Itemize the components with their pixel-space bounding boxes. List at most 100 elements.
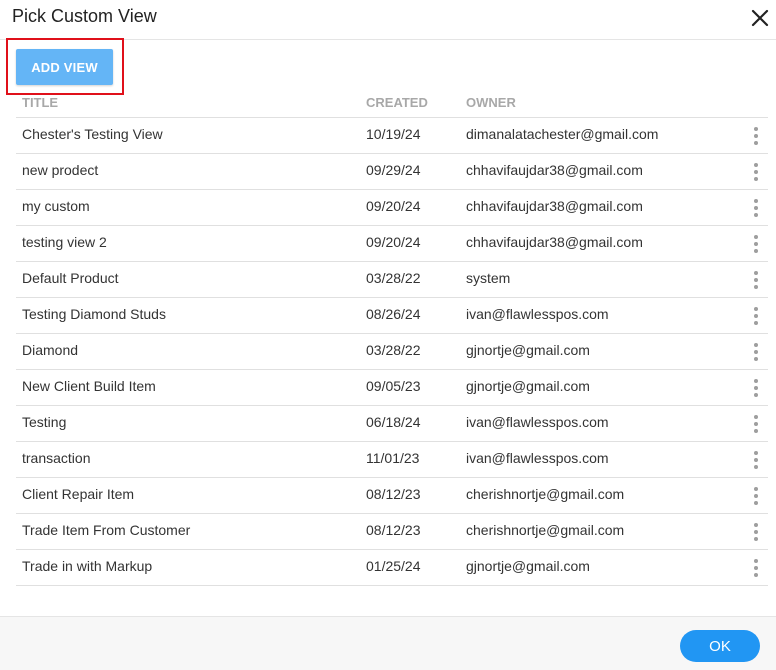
menu-dot: [754, 386, 758, 390]
row-title: Trade Item From Customer: [22, 522, 191, 538]
menu-dot: [754, 465, 758, 469]
row-created-date: 03/28/22: [366, 270, 421, 286]
row-created-date: 09/20/24: [366, 198, 421, 214]
menu-dot: [754, 127, 758, 131]
more-vertical-icon[interactable]: [746, 266, 766, 294]
menu-dot: [754, 321, 758, 325]
row-title: Trade in with Markup: [22, 558, 153, 574]
more-vertical-icon[interactable]: [746, 122, 766, 150]
column-header-owner: OWNER: [466, 95, 516, 110]
row-owner: ivan@flawlesspos.com: [466, 450, 609, 466]
menu-dot: [754, 415, 758, 419]
row-created-date: 09/29/24: [366, 162, 421, 178]
menu-dot: [754, 134, 758, 138]
menu-dot: [754, 566, 758, 570]
row-title: Chester's Testing View: [22, 126, 163, 142]
table-row[interactable]: New Client Build Item 09/05/23 gjnortje@gm…: [16, 370, 768, 406]
more-vertical-icon[interactable]: [746, 230, 766, 258]
row-created-date: 08/12/23: [366, 486, 421, 502]
row-created-date: 08/12/23: [366, 522, 421, 538]
table-row[interactable]: Trade in with Markup 01/25/24 gjnortje@gma…: [16, 550, 768, 586]
menu-dot: [754, 487, 758, 491]
menu-dot: [754, 307, 758, 311]
more-vertical-icon[interactable]: [746, 374, 766, 402]
more-vertical-icon[interactable]: [746, 338, 766, 366]
column-header-created: CREATED: [366, 95, 428, 110]
row-created-date: 09/20/24: [366, 234, 421, 250]
dialog-header: Pick Custom View: [0, 0, 776, 40]
row-owner: gjnortje@gmail.com: [466, 558, 590, 574]
table-row[interactable]: testing view 2 09/20/24 chhavifaujdar38@gm…: [16, 226, 768, 262]
table-row[interactable]: Trade Item From Customer 08/12/23 cherishn…: [16, 514, 768, 550]
more-vertical-icon[interactable]: [746, 518, 766, 546]
column-header-title: TITLE: [22, 95, 59, 110]
more-vertical-icon[interactable]: [746, 302, 766, 330]
ok-button[interactable]: OK: [680, 630, 760, 662]
row-created-date: 11/01/23: [366, 450, 420, 466]
menu-dot: [754, 559, 758, 563]
table-row[interactable]: Diamond 03/28/22 gjnortje@gmail.com: [16, 334, 768, 370]
row-owner: cherishnortje@gmail.com: [466, 486, 625, 502]
table-row[interactable]: new prodect 09/29/24 chhavifaujdar38@gmail…: [16, 154, 768, 190]
menu-dot: [754, 235, 758, 239]
row-owner: system: [466, 270, 511, 286]
row-title: testing view 2: [22, 234, 107, 250]
table-row[interactable]: Testing 06/18/24 ivan@flawlesspos.com: [16, 406, 768, 442]
row-created-date: 01/25/24: [366, 558, 421, 574]
menu-dot: [754, 501, 758, 505]
row-owner: dimanalatachester@gmail.com: [466, 126, 659, 142]
table-row[interactable]: Chester's Testing View 10/19/24 dimanalata…: [16, 118, 768, 154]
menu-dot: [754, 278, 758, 282]
row-title: transaction: [22, 450, 91, 466]
menu-dot: [754, 206, 758, 210]
menu-dot: [754, 141, 758, 145]
menu-dot: [754, 429, 758, 433]
menu-dot: [754, 350, 758, 354]
dialog-footer: OK: [0, 616, 776, 670]
row-owner: chhavifaujdar38@gmail.com: [466, 162, 643, 178]
table-body: Chester's Testing View 10/19/24 dimanalata…: [16, 118, 768, 586]
more-vertical-icon[interactable]: [746, 482, 766, 510]
row-title: Testing Diamond Studs: [22, 306, 166, 322]
add-view-button[interactable]: ADD VIEW: [16, 49, 113, 85]
menu-dot: [754, 573, 758, 577]
menu-dot: [754, 177, 758, 181]
table-row[interactable]: Testing Diamond Studs 08/26/24 ivan@flawle…: [16, 298, 768, 334]
row-owner: cherishnortje@gmail.com: [466, 522, 625, 538]
more-vertical-icon[interactable]: [746, 446, 766, 474]
menu-dot: [754, 523, 758, 527]
more-vertical-icon[interactable]: [746, 554, 766, 582]
menu-dot: [754, 170, 758, 174]
menu-dot: [754, 379, 758, 383]
row-created-date: 08/26/24: [366, 306, 421, 322]
table-header: TITLE CREATED OWNER: [16, 88, 768, 118]
row-title: Default Product: [22, 270, 119, 286]
table-row[interactable]: transaction 11/01/23 ivan@flawlesspos.com: [16, 442, 768, 478]
more-vertical-icon[interactable]: [746, 194, 766, 222]
row-owner: chhavifaujdar38@gmail.com: [466, 234, 643, 250]
row-owner: ivan@flawlesspos.com: [466, 414, 609, 430]
menu-dot: [754, 422, 758, 426]
row-owner: chhavifaujdar38@gmail.com: [466, 198, 643, 214]
close-button[interactable]: [748, 6, 772, 30]
more-vertical-icon[interactable]: [746, 158, 766, 186]
row-title: my custom: [22, 198, 90, 214]
row-title: New Client Build Item: [22, 378, 156, 394]
more-vertical-icon[interactable]: [746, 410, 766, 438]
row-title: Testing: [22, 414, 67, 430]
menu-dot: [754, 213, 758, 217]
close-icon: [751, 9, 769, 27]
row-title: Client Repair Item: [22, 486, 135, 502]
menu-dot: [754, 343, 758, 347]
menu-dot: [754, 530, 758, 534]
views-table: TITLE CREATED OWNER Chester's Testing Vi…: [16, 88, 768, 586]
menu-dot: [754, 249, 758, 253]
table-row[interactable]: my custom 09/20/24 chhavifaujdar38@gmail.c…: [16, 190, 768, 226]
table-row[interactable]: Client Repair Item 08/12/23 cherishnortje@…: [16, 478, 768, 514]
table-row[interactable]: Default Product 03/28/22 system: [16, 262, 768, 298]
menu-dot: [754, 357, 758, 361]
dialog-title: Pick Custom View: [12, 6, 157, 26]
row-title: new prodect: [22, 162, 99, 178]
row-created-date: 09/05/23: [366, 378, 421, 394]
menu-dot: [754, 537, 758, 541]
